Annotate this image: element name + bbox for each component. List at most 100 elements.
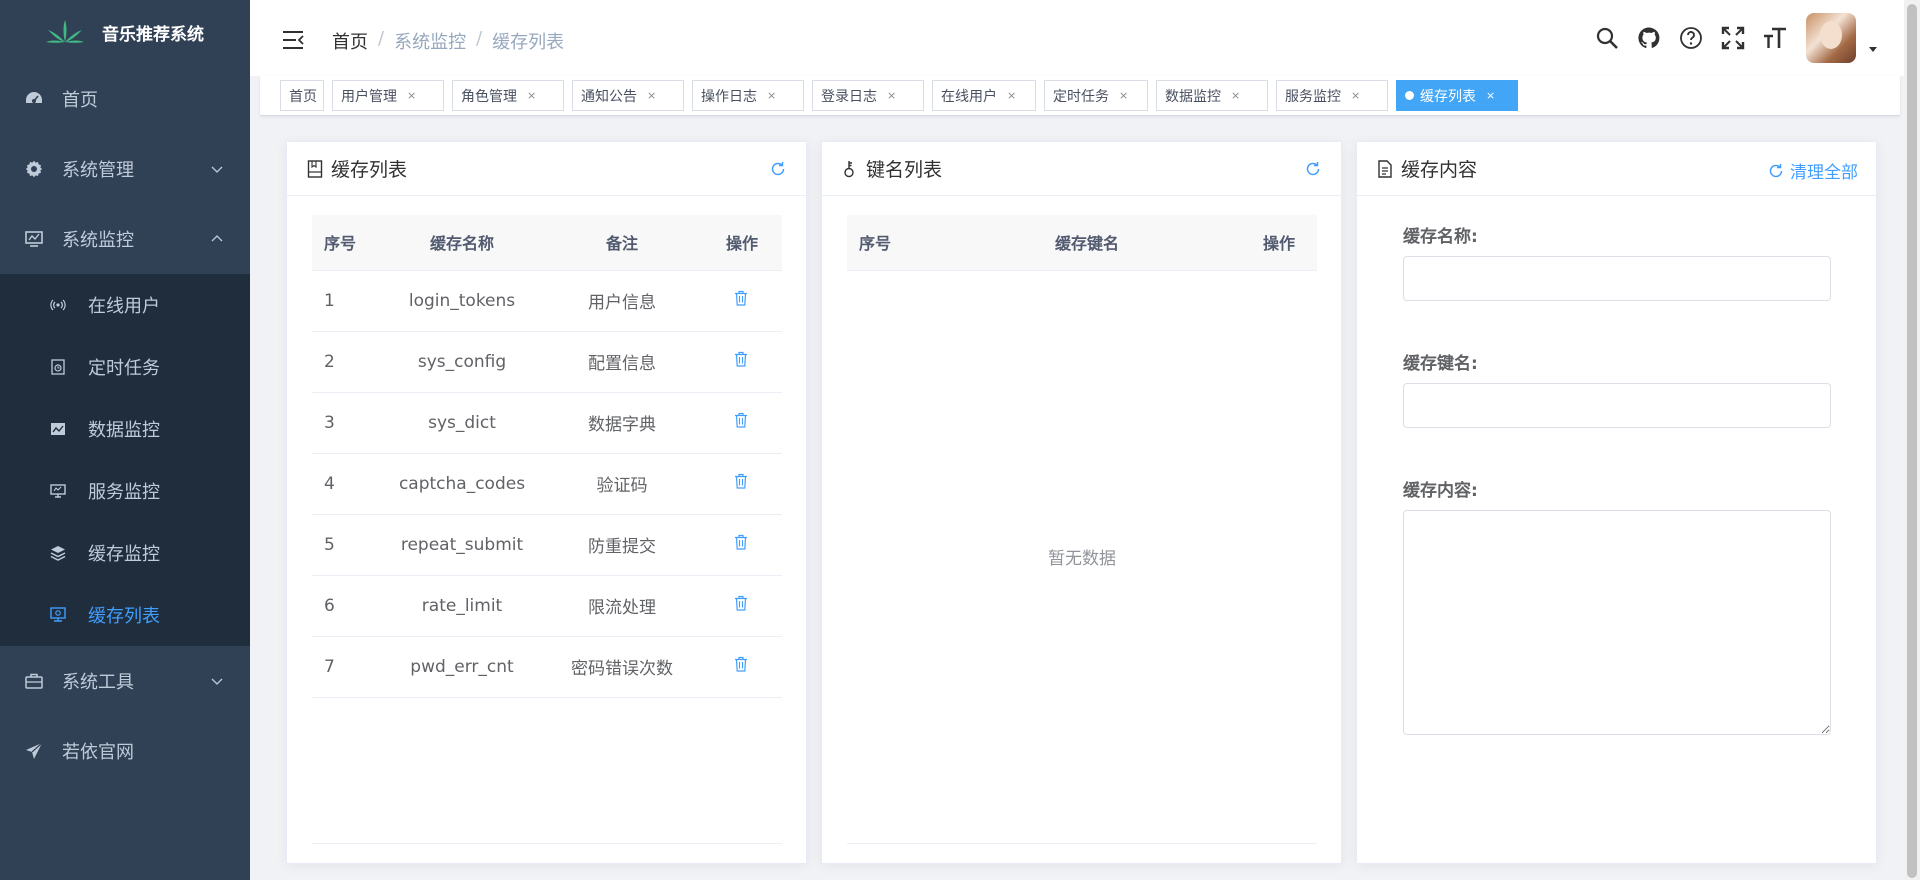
gear-icon <box>24 159 44 179</box>
font-size-icon[interactable] <box>1762 25 1788 51</box>
actions-cell <box>702 392 782 454</box>
cache-content-textarea[interactable] <box>1403 510 1831 735</box>
hamburger-icon[interactable] <box>282 30 304 50</box>
close-icon[interactable]: × <box>1486 89 1495 102</box>
sidebar-item-online-users[interactable]: 在线用户 <box>0 274 250 336</box>
sidebar-logo[interactable]: 音乐推荐系统 <box>0 0 250 64</box>
delete-icon[interactable] <box>734 534 750 550</box>
sidebar-item-label: 首页 <box>62 90 98 111</box>
table-header-row: 序号 缓存名称 备注 操作 <box>312 215 782 271</box>
sidebar-item-monitor[interactable]: 系统监控 <box>0 204 250 274</box>
tag-label: 数据监控 <box>1165 88 1221 105</box>
close-icon[interactable]: × <box>527 89 536 102</box>
table-row[interactable]: 6 rate_limit 限流处理 <box>312 575 782 637</box>
question-icon[interactable] <box>1678 25 1704 51</box>
sidebar-item-cache-monitor[interactable]: 缓存监控 <box>0 522 250 584</box>
delete-icon[interactable] <box>734 412 750 428</box>
sidebar-item-label: 若依官网 <box>62 742 134 763</box>
tag-item[interactable]: 服务监控 × <box>1276 80 1388 111</box>
column-header: 操作 <box>1207 215 1317 271</box>
delete-icon[interactable] <box>734 290 750 306</box>
close-icon[interactable]: × <box>1351 89 1360 102</box>
tag-item[interactable]: 缓存列表 × <box>1396 80 1518 111</box>
delete-icon[interactable] <box>734 656 750 672</box>
sidebar-item-tools[interactable]: 系统工具 <box>0 646 250 716</box>
cache-name-input[interactable] <box>1403 256 1831 301</box>
page-scrollbar[interactable] <box>1904 0 1920 880</box>
clear-all-button[interactable]: 清理全部 <box>1768 158 1858 183</box>
remark-cell: 限流处理 <box>542 575 702 637</box>
sidebar-item-data-monitor[interactable]: 数据监控 <box>0 398 250 460</box>
scrollbar-thumb[interactable] <box>1907 4 1917 878</box>
table-row[interactable]: 1 login_tokens 用户信息 <box>312 270 782 332</box>
fullscreen-icon[interactable] <box>1720 25 1746 51</box>
delete-icon[interactable] <box>734 473 750 489</box>
close-icon[interactable]: × <box>1007 89 1016 102</box>
delete-icon[interactable] <box>734 351 750 367</box>
sidebar-item-cache-list[interactable]: 缓存列表 <box>0 584 250 646</box>
sidebar-item-label: 系统工具 <box>62 672 134 693</box>
breadcrumb-item: 系统监控 <box>394 32 467 53</box>
sidebar-item-server-monitor[interactable]: 服务监控 <box>0 460 250 522</box>
logo-icon <box>46 18 84 46</box>
tag-item[interactable]: 定时任务 × <box>1044 80 1148 111</box>
caret-down-icon[interactable] <box>1866 42 1880 56</box>
server-icon <box>50 483 66 499</box>
row-index: 7 <box>312 636 382 698</box>
column-header: 缓存键名 <box>967 215 1207 271</box>
close-icon[interactable]: × <box>407 89 416 102</box>
table-scroll-bottom <box>312 843 782 844</box>
header-right-menu <box>1594 0 1920 76</box>
document-icon <box>1377 159 1393 178</box>
sidebar-item-system[interactable]: 系统管理 <box>0 134 250 204</box>
close-icon[interactable]: × <box>1119 89 1128 102</box>
github-icon[interactable] <box>1636 25 1662 51</box>
column-header: 序号 <box>847 215 967 271</box>
remark-cell: 配置信息 <box>542 331 702 393</box>
remark-cell: 数据字典 <box>542 392 702 454</box>
close-icon[interactable]: × <box>887 89 896 102</box>
breadcrumb-item[interactable]: 首页 <box>332 28 368 54</box>
refresh-icon[interactable] <box>770 161 786 177</box>
column-header: 备注 <box>542 215 702 271</box>
key-icon <box>842 160 858 178</box>
tag-item[interactable]: 在线用户 × <box>932 80 1036 111</box>
job-icon <box>50 359 66 375</box>
tag-label: 操作日志 <box>701 88 757 105</box>
chevron-down-icon <box>210 674 224 688</box>
tag-item[interactable]: 登录日志 × <box>812 80 924 111</box>
tag-label: 用户管理 <box>341 88 397 105</box>
sidebar-item-website[interactable]: 若依官网 <box>0 716 250 786</box>
tag-item[interactable]: 用户管理 × <box>332 80 444 111</box>
tag-item[interactable]: 首页 <box>280 80 324 111</box>
app-title: 音乐推荐系统 <box>102 24 204 45</box>
row-index: 5 <box>312 514 382 576</box>
sidebar-item-label: 服务监控 <box>88 482 160 503</box>
tag-item[interactable]: 操作日志 × <box>692 80 804 111</box>
tool-icon <box>24 671 44 691</box>
tag-label: 首页 <box>289 88 317 105</box>
close-icon[interactable]: × <box>767 89 776 102</box>
close-icon[interactable]: × <box>1231 89 1240 102</box>
tag-item[interactable]: 数据监控 × <box>1156 80 1268 111</box>
close-icon[interactable]: × <box>647 89 656 102</box>
table-row[interactable]: 2 sys_config 配置信息 <box>312 331 782 393</box>
column-header: 操作 <box>702 215 782 271</box>
sidebar-item-jobs[interactable]: 定时任务 <box>0 336 250 398</box>
cache-name-cell: pwd_err_cnt <box>382 636 542 698</box>
sidebar-item-home[interactable]: 首页 <box>0 64 250 134</box>
delete-icon[interactable] <box>734 595 750 611</box>
refresh-icon[interactable] <box>1305 161 1321 177</box>
cache-key-input[interactable] <box>1403 383 1831 428</box>
avatar[interactable] <box>1806 13 1856 63</box>
tag-label: 服务监控 <box>1285 88 1341 105</box>
table-row[interactable]: 3 sys_dict 数据字典 <box>312 392 782 454</box>
table-row[interactable]: 4 captcha_codes 验证码 <box>312 453 782 515</box>
table-row[interactable]: 5 repeat_submit 防重提交 <box>312 514 782 576</box>
card-title: 键名列表 <box>866 159 943 181</box>
search-icon[interactable] <box>1594 25 1620 51</box>
remark-cell: 验证码 <box>542 453 702 515</box>
tag-item[interactable]: 角色管理 × <box>452 80 564 111</box>
table-row[interactable]: 7 pwd_err_cnt 密码错误次数 <box>312 636 782 698</box>
tag-item[interactable]: 通知公告 × <box>572 80 684 111</box>
